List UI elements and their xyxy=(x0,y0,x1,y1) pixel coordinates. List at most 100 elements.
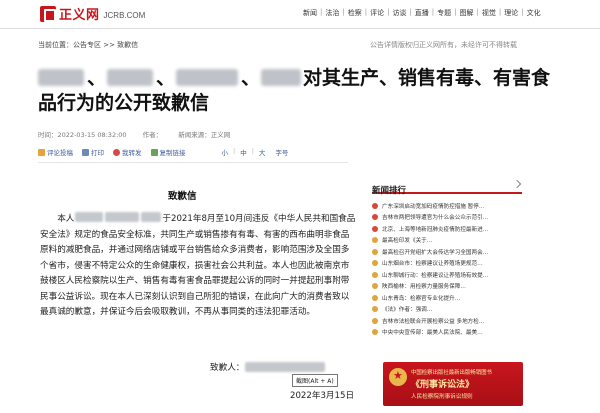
rank-badge-icon xyxy=(372,329,378,336)
ranking-item[interactable]: 《法》作者：强调… xyxy=(372,304,522,316)
redacted-name xyxy=(105,212,140,222)
rank-badge-icon xyxy=(372,271,378,278)
ranking-item-title: 山东青岛：检察官专业化提升… xyxy=(382,295,461,302)
signer-label: 致歉人： xyxy=(210,363,245,373)
repost-label: 我转发 xyxy=(122,149,142,157)
comment-icon xyxy=(38,148,45,156)
title-separator: 、 xyxy=(241,67,261,89)
ranking-item[interactable]: 山东青岛：检察官专业化提升… xyxy=(372,292,522,304)
ranking-item-title: 山东聊城行动：检察建议让养殖场有效提… xyxy=(382,272,489,279)
rank-badge-icon xyxy=(372,214,378,221)
ranking-item-title: 中央中央宣传部：最美人民法院、最美… xyxy=(382,330,483,337)
font-small-button[interactable]: 小 xyxy=(217,147,234,157)
banner-tagline: 中国检察出版社最新出版畅销图书 xyxy=(411,370,492,376)
article-tools: 评论投稿 打印 我转发 复制链接 小 | 中 | 大 字号 xyxy=(38,147,293,157)
ranking-item-title: 广东深圳启动宽加码疫情防控措施 暂停… xyxy=(382,203,485,210)
nav-item[interactable]: 文化 xyxy=(524,8,544,18)
title-line2-text: 品行为的公开致歉信 xyxy=(38,92,210,114)
letter-date: 2022年3月15日 xyxy=(290,391,355,401)
nav-item[interactable]: 理论 xyxy=(501,8,521,18)
title-separator: 、 xyxy=(87,67,107,89)
ranking-item-title: 吉林市两把领导遭官为什么会公众示范引… xyxy=(382,215,489,222)
rank-badge-icon xyxy=(372,317,378,324)
rank-badge-icon xyxy=(372,306,378,313)
breadcrumb-path[interactable]: 公告专区 >> 致歉信 xyxy=(73,41,138,49)
ranking-item[interactable]: 吉林市两把领导遭官为什么会公众示范引… xyxy=(372,212,522,224)
chevron-right-icon[interactable] xyxy=(512,179,522,189)
nav-item[interactable]: 直播 xyxy=(412,8,432,18)
news-ranking-header: 新闻排行 xyxy=(372,178,522,196)
title-line1-text: 对其生产、销售有毒、有害食 xyxy=(303,67,551,89)
nav-item[interactable]: 专题 xyxy=(434,8,454,18)
header-divider xyxy=(0,28,600,29)
letter-title: 致歉信 xyxy=(168,191,197,202)
ranking-item[interactable]: 山东聊城行动：检察建议让养殖场有效提… xyxy=(372,269,522,281)
breadcrumb: 当前位置：公告专区 >> 致歉信 xyxy=(38,40,138,50)
font-large-button[interactable]: 大 xyxy=(254,147,271,157)
ranking-item-title: 陕西榆林：用检察力量服务保障… xyxy=(382,284,466,291)
news-source: 新闻来源：正义网 xyxy=(178,131,231,139)
breadcrumb-prefix: 当前位置： xyxy=(38,41,73,49)
rank-badge-icon xyxy=(372,294,378,301)
logo-text-en: JCRB.COM xyxy=(103,10,146,20)
screenshot-tooltip: 截图(Alt + A) xyxy=(292,374,338,387)
page-title: 、 、 、 对其生产、销售有毒、有害食 品行为的公开致歉信 xyxy=(38,66,550,116)
nav-item[interactable]: 图解 xyxy=(457,8,477,18)
redacted-name xyxy=(38,69,84,86)
logo-text-cn: 正义网 xyxy=(59,8,100,23)
ranking-item[interactable]: 北京、上海等地新冠肺炎疫情防控最新进… xyxy=(372,223,522,235)
banner-book-title: 《刑事诉讼法》 xyxy=(411,380,475,390)
title-separator: 、 xyxy=(156,67,176,89)
news-ranking-title: 新闻排行 xyxy=(372,186,407,196)
publish-time: 时间：2022-03-15 08:32:00 xyxy=(38,131,127,139)
nav-item[interactable]: 评论 xyxy=(367,8,387,18)
letter-paragraph: 本人 于2021年8月至10月间违反《中华人民共和国食品安全法》规定的食品安全标准… xyxy=(40,212,357,321)
repost-button[interactable]: 我转发 xyxy=(113,147,142,157)
redacted-name xyxy=(107,69,154,86)
rank-badge-icon xyxy=(372,260,378,267)
link-icon xyxy=(150,148,158,156)
rank-badge-icon xyxy=(372,283,378,290)
ranking-item[interactable]: 中央中央宣传部：最美人民法院、最美… xyxy=(372,327,522,339)
banner-subtitle: 人民检察院刑事诉讼规则 xyxy=(411,394,473,400)
signer-line: 致歉人： xyxy=(210,361,326,373)
letter-text-start: 本人 xyxy=(57,214,75,224)
ranking-item[interactable]: 广东深圳启动宽加码疫情防控措施 暂停… xyxy=(372,200,522,212)
nav-item[interactable]: 新闻 xyxy=(300,8,320,18)
ranking-item-title: 吉林市法检联合开展检察公益 多地方检… xyxy=(382,318,485,325)
print-button[interactable]: 打印 xyxy=(82,147,104,157)
book-ad-banner[interactable]: 中国检察出版社最新出版畅销图书 《刑事诉讼法》 人民检察院刑事诉讼规则 xyxy=(383,362,523,406)
procuratorate-emblem-icon xyxy=(389,368,407,386)
news-ranking-panel: 新闻排行 广东深圳启动宽加码疫情防控措施 暂停… 吉林市两把领导遭官为什么会公众… xyxy=(372,178,522,338)
redacted-name xyxy=(75,212,104,222)
author: 作者： xyxy=(142,131,163,139)
copy-link-button[interactable]: 复制链接 xyxy=(150,147,186,157)
comment-label: 评论投稿 xyxy=(47,149,73,157)
ranking-item[interactable]: 陕西榆林：用检察力量服务保障… xyxy=(372,281,522,293)
logo-icon xyxy=(40,5,56,22)
site-logo[interactable]: 正义网 JCRB.COM xyxy=(40,4,145,23)
nav-item[interactable]: 访谈 xyxy=(389,8,409,18)
ranking-item[interactable]: 最高检印发《关于… xyxy=(372,235,522,247)
ranking-item[interactable]: 最高检召开党组扩大会传达学习全国两会… xyxy=(372,246,522,258)
rank-badge-icon xyxy=(372,225,378,232)
comment-button[interactable]: 评论投稿 xyxy=(38,147,73,157)
font-medium-button[interactable]: 中 xyxy=(235,147,252,157)
rank-badge-icon xyxy=(372,248,378,255)
ranking-item-title: 北京、上海等地新冠肺炎疫情防控最新进… xyxy=(382,226,489,233)
nav-item[interactable]: 法治 xyxy=(322,8,342,18)
top-bar: 正义网 JCRB.COM 新闻 | 法治 | 检察 | 评论 | 访谈 | 直播 | 专题 |… xyxy=(0,0,600,26)
top-nav: 新闻 | 法治 | 检察 | 评论 | 访谈 | 直播 | 专题 | 图解 | 视觉 | 理论 | … xyxy=(300,8,544,18)
weibo-icon xyxy=(113,148,120,156)
redacted-name xyxy=(261,69,302,86)
redacted-name xyxy=(245,362,326,372)
print-label: 打印 xyxy=(91,149,104,157)
letter-body: 本人 于2021年8月至10月间违反《中华人民共和国食品安全法》规定的食品安全标准… xyxy=(40,212,357,321)
nav-item[interactable]: 视觉 xyxy=(479,8,499,18)
article-meta: 时间：2022-03-15 08:32:00 作者： 新闻来源：正义网 xyxy=(38,129,244,139)
nav-item[interactable]: 检察 xyxy=(345,8,365,18)
redacted-name xyxy=(141,212,162,222)
ranking-item[interactable]: 山东烟台市：检察建议让养殖场更规范… xyxy=(372,258,522,270)
font-size-label: 字号 xyxy=(275,149,289,157)
ranking-item[interactable]: 吉林市法检联合开展检察公益 多地方检… xyxy=(372,315,522,327)
